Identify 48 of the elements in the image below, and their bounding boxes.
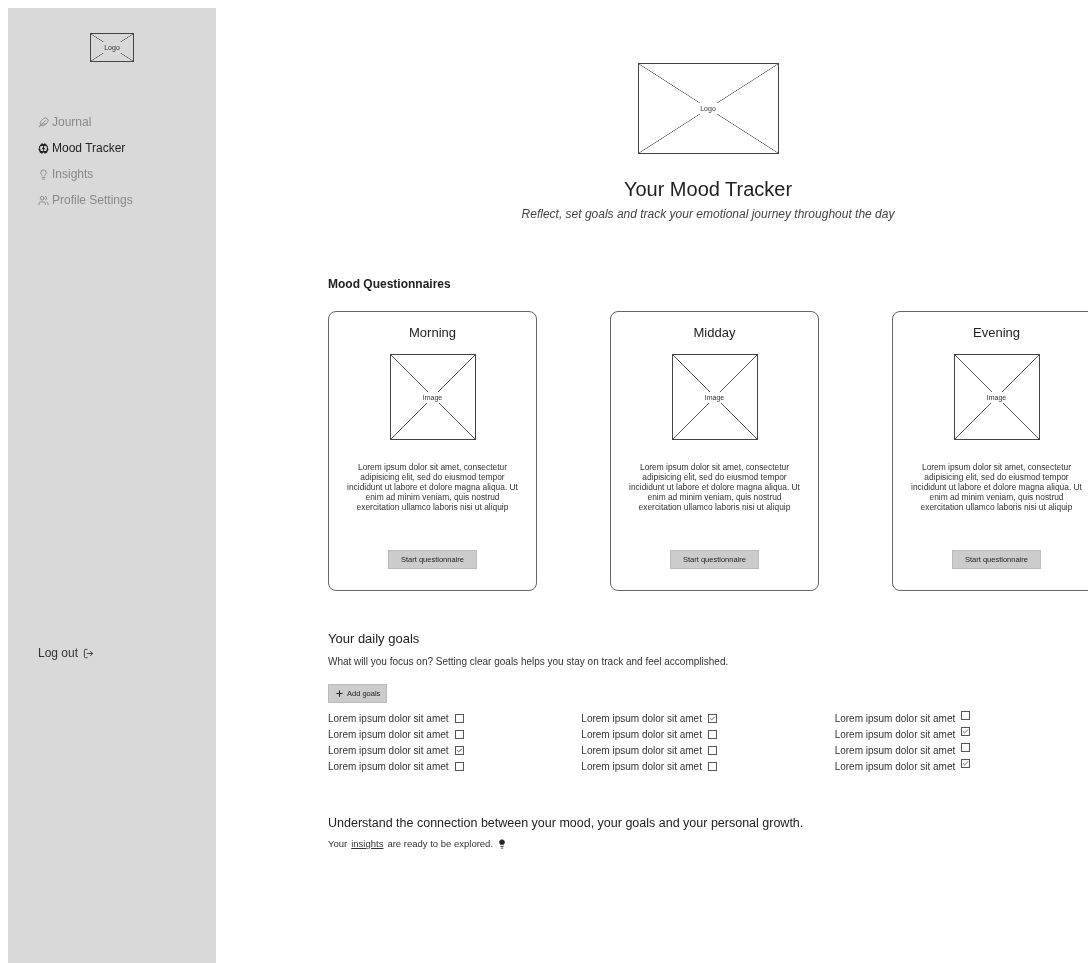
insights-heading: Understand the connection between your mood, your goals and your personal growth. [328,816,805,830]
goal-label: Lorem ipsum dolor sit amet [328,745,449,756]
goal-checkbox[interactable] [961,711,971,720]
goal-checkbox[interactable] [707,730,717,739]
insights-link[interactable]: insights [351,838,384,849]
page-title: Your Mood Tracker [623,178,793,201]
insights-text: are ready to be explored. [387,838,494,849]
goal-checkbox[interactable] [961,759,971,768]
goal-label: Lorem ipsum dolor sit amet [834,745,956,756]
card-text: Lorem ipsum dolor sit amet, consectetur adipisicing elit, sed do eiusmod tempor incididunt ut labore et dolore magna aliqua. Ut enim ad minim veniam, quis nostrud exercitation ullamco laboris nisi ut aliquip [910,462,1083,515]
goal-checkbox[interactable] [454,730,464,739]
goal-label: Lorem ipsum dolor sit amet [581,745,702,756]
goal-checkbox[interactable] [707,746,717,755]
nav-item[interactable]: Mood Tracker [38,141,216,155]
card-title: Evening [973,325,1020,340]
goal-checkbox[interactable] [454,714,464,723]
goal-label: Lorem ipsum dolor sit amet [834,713,956,724]
goal-checkbox[interactable] [961,743,971,752]
goal-label: Lorem ipsum dolor sit amet [581,761,702,772]
goal-checkbox[interactable] [454,762,464,771]
goal-label: Lorem ipsum dolor sit amet [834,761,956,772]
goal-checkbox[interactable] [961,727,971,736]
card-text: Lorem ipsum dolor sit amet, consectetur adipisicing elit, sed do eiusmod tempor incididunt ut labore et dolore magna aliqua. Ut enim ad minim veniam, quis nostrud exercitation ullamco laboris nisi ut aliquip [346,462,519,515]
lightbulb-icon [497,838,508,849]
logout-icon [83,647,95,659]
quill-icon [38,116,49,128]
goal-label: Lorem ipsum dolor sit amet [581,729,702,740]
card-title: Midday [693,325,736,340]
brain-icon [38,142,49,154]
goal-checkbox[interactable] [707,714,717,723]
insights-text: Your [328,838,348,849]
goal-label: Lorem ipsum dolor sit amet [581,713,702,724]
users-icon [38,194,49,206]
goal-checkbox[interactable] [454,746,464,755]
goal-checkbox[interactable] [707,762,717,771]
card-text: Lorem ipsum dolor sit amet, consectetur adipisicing elit, sed do eiusmod tempor incididunt ut labore et dolore magna aliqua. Ut enim ad minim veniam, quis nostrud exercitation ullamco laboris nisi ut aliquip [628,462,801,515]
goals-intro: What will you focus on? Setting clear goals helps you stay on track and feel accomplished. [328,656,730,667]
logout-link[interactable]: Log out [38,646,216,660]
plus-icon [335,689,344,698]
goal-label: Lorem ipsum dolor sit amet [328,761,449,772]
section-heading: Mood Questionnaires [328,277,452,291]
section-heading: Your daily goals [328,631,421,646]
goal-label: Lorem ipsum dolor sit amet [834,729,956,740]
lightbulb-icon [38,168,49,180]
goal-label: Lorem ipsum dolor sit amet [328,729,449,740]
goal-label: Lorem ipsum dolor sit amet [328,713,449,724]
page-subtitle: Reflect, set goals and track your emotional journey throughout the day [521,207,895,221]
card-title: Morning [409,325,456,340]
